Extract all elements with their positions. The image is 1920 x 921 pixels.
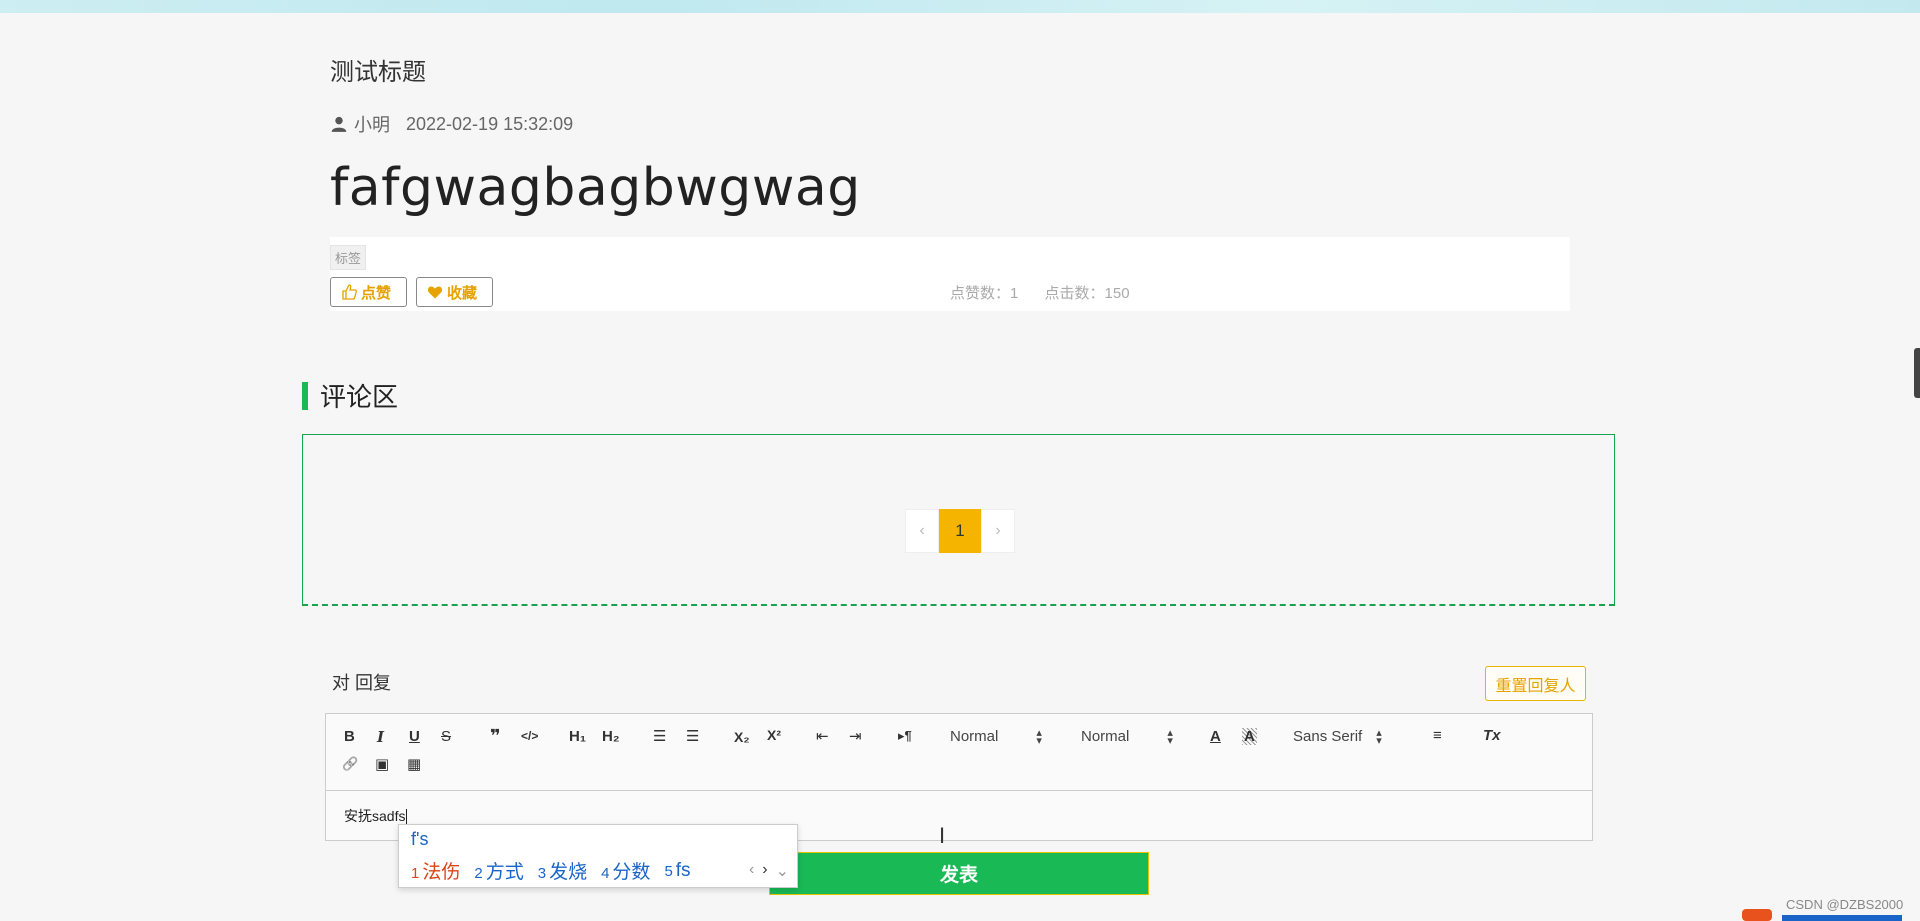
text-direction-button[interactable]: ▸¶	[898, 728, 912, 744]
size-select[interactable]: Normal ▴ ▾	[950, 726, 1042, 747]
image-button[interactable]: ▣	[375, 755, 389, 773]
publish-timestamp: 2022-02-19 15:32:09	[406, 113, 574, 134]
text-caret	[406, 809, 408, 826]
comment-list-area: ‹ 1 ›	[302, 434, 1615, 606]
ordered-list-button[interactable]: ☰	[653, 727, 666, 745]
code-block-button[interactable]: </>	[521, 729, 538, 743]
font-color-button[interactable]: A	[1210, 728, 1221, 745]
strike-button[interactable]: S	[441, 728, 451, 745]
user-icon	[331, 116, 347, 132]
superscript-button[interactable]: X²	[767, 727, 781, 743]
mouse-ibeam-cursor-icon: Ι	[939, 823, 946, 848]
section-accent-bar	[302, 381, 308, 410]
outdent-button[interactable]: ⇤	[816, 727, 829, 745]
pagination-next-button[interactable]: ›	[981, 509, 1015, 553]
favorite-button[interactable]: 收藏	[416, 277, 493, 307]
ime-candidate-popup: f's 1 法伤 2 方式 3 发烧 4 分数 5 fs ‹ › ⌄	[398, 824, 798, 888]
reply-target-label: 对 回复	[332, 673, 392, 693]
ime-candidate[interactable]: 2 方式	[474, 857, 523, 884]
ime-composition: f's	[411, 829, 429, 849]
align-button[interactable]: ≡	[1433, 727, 1442, 744]
bullet-list-button[interactable]: ☰	[686, 727, 699, 745]
select-arrows-icon: ▴ ▾	[1036, 726, 1042, 747]
rich-text-editor: B I U S ❞ </> H₁ H₂ ☰ ☰ X₂ X² ⇤ ⇥ ▸¶ Nor…	[325, 713, 1593, 841]
like-count: 点赞数：1	[950, 285, 1019, 302]
click-count: 点击数：150	[1044, 285, 1130, 302]
italic-button[interactable]: I	[377, 728, 384, 746]
ime-prev-icon[interactable]: ‹	[749, 861, 754, 881]
ime-candidate[interactable]: 5 fs	[664, 860, 690, 882]
bold-button[interactable]: B	[344, 728, 355, 745]
video-button[interactable]: ▦	[407, 755, 421, 773]
pagination: ‹ 1 ›	[905, 509, 1015, 553]
submit-comment-button[interactable]: 发表	[769, 852, 1149, 895]
heart-icon	[427, 286, 443, 299]
editor-content-area[interactable]: 安抚sadfs	[344, 806, 408, 826]
side-panel-handle[interactable]	[1914, 348, 1920, 398]
article-info-box: 标签 点赞 收藏 点赞数：1 点击数：150	[330, 237, 1570, 311]
like-label: 点赞	[361, 284, 392, 302]
indent-button[interactable]: ⇥	[849, 727, 862, 745]
ime-candidate[interactable]: 1 法伤	[411, 857, 460, 884]
blockquote-button[interactable]: ❞	[490, 726, 501, 747]
header-select[interactable]: Normal ▴ ▾	[1081, 726, 1173, 747]
pagination-page-1[interactable]: 1	[939, 509, 981, 553]
h1-button[interactable]: H₁	[569, 728, 586, 745]
favorite-label: 收藏	[447, 284, 478, 302]
thumbs-up-icon	[342, 284, 357, 300]
size-select-value: Normal	[950, 728, 999, 745]
font-select-value: Sans Serif	[1293, 728, 1363, 745]
ime-expand-icon[interactable]: ⌄	[776, 861, 789, 881]
clean-format-button[interactable]: Tx	[1483, 727, 1501, 744]
editor-text: 安抚sadfs	[344, 808, 406, 824]
article-tag[interactable]: 标签	[330, 245, 367, 270]
author-name: 小明	[354, 115, 390, 135]
ime-candidate[interactable]: 4 分数	[601, 857, 650, 884]
subscript-button[interactable]: X₂	[734, 729, 750, 745]
article-meta: 小明 2022-02-19 15:32:09	[330, 111, 573, 137]
select-arrows-icon: ▴ ▾	[1167, 726, 1173, 747]
underline-button[interactable]: U	[409, 728, 420, 745]
ime-candidate[interactable]: 3 发烧	[538, 857, 587, 884]
reset-reply-target-button[interactable]: 重置回复人	[1485, 666, 1586, 701]
top-banner-strip	[0, 0, 1920, 13]
page-title: 测试标题	[330, 59, 426, 86]
background-color-button[interactable]: A	[1242, 728, 1257, 745]
select-arrows-icon: ▴ ▾	[1376, 726, 1382, 747]
comment-section-header: 评论区	[302, 377, 398, 414]
corner-logo-icon	[1742, 909, 1902, 921]
ime-nav: ‹ › ⌄	[749, 861, 789, 881]
like-button[interactable]: 点赞	[330, 277, 407, 307]
article-body: fafgwagbagbwgwag	[330, 158, 861, 218]
pagination-prev-button[interactable]: ‹	[905, 509, 939, 553]
editor-toolbar: B I U S ❞ </> H₁ H₂ ☰ ☰ X₂ X² ⇤ ⇥ ▸¶ Nor…	[326, 714, 1592, 791]
header-select-value: Normal	[1081, 728, 1130, 745]
h2-button[interactable]: H₂	[602, 728, 620, 745]
ime-next-icon[interactable]: ›	[762, 861, 767, 881]
link-button[interactable]: 🔗	[342, 756, 358, 772]
article-stats: 点赞数：1 点击数：150	[950, 282, 1152, 303]
font-family-select[interactable]: Sans Serif ▴ ▾	[1293, 726, 1382, 747]
comment-section-title: 评论区	[320, 382, 399, 412]
ime-candidate-list: 1 法伤 2 方式 3 发烧 4 分数 5 fs	[411, 857, 691, 884]
